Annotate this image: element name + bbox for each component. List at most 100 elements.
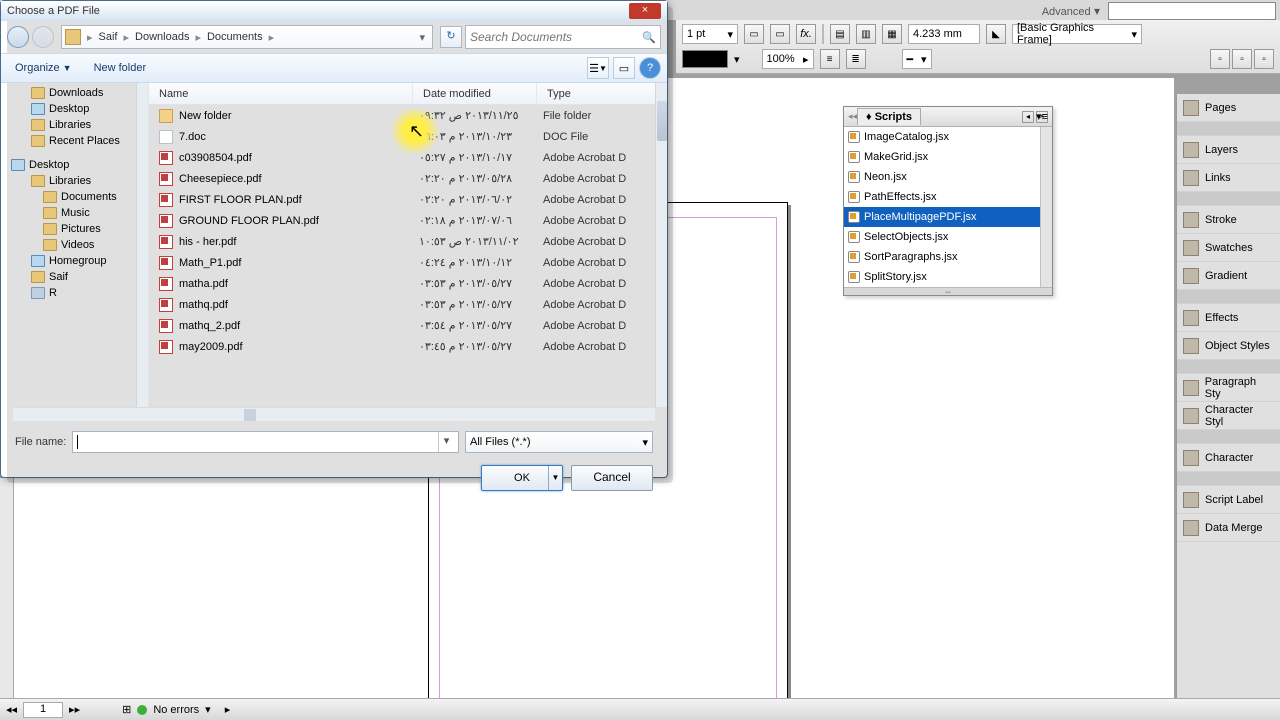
stroke-swatch[interactable] bbox=[682, 50, 728, 68]
file-row[interactable]: mathq_2.pdf٢٠١٣/٠٥/٢٧ م ٠٣:٥٤Adobe Acrob… bbox=[149, 315, 667, 336]
file-row[interactable]: Cheesepiece.pdf٢٠١٣/٠٥/٢٨ م ٠٢:٢٠Adobe A… bbox=[149, 168, 667, 189]
zoom-input[interactable]: 100%▸ bbox=[762, 49, 814, 69]
small-btn-3[interactable]: ▫ bbox=[1254, 49, 1274, 69]
page-number-input[interactable]: 1 bbox=[23, 702, 63, 718]
tree-item[interactable]: Libraries bbox=[1, 173, 148, 189]
horizontal-scrollbar[interactable] bbox=[13, 407, 655, 421]
search-input[interactable] bbox=[470, 30, 642, 44]
file-row[interactable]: 7.doc٢٠١٣/١٠/٢٣ م ٠٦:٠٣DOC File bbox=[149, 126, 667, 147]
breadcrumb[interactable]: ▸ Saif ▸ Downloads ▸ Documents ▸ ▾ bbox=[61, 25, 433, 49]
refresh-button[interactable]: ↻ bbox=[440, 26, 462, 48]
script-item[interactable]: SelectObjects.jsx bbox=[844, 227, 1052, 247]
wrap-jump-icon[interactable]: ▦ bbox=[882, 24, 902, 44]
scripts-scrollbar[interactable] bbox=[1040, 127, 1052, 287]
fx-button[interactable]: fx. bbox=[796, 24, 816, 44]
search-icon[interactable]: 🔍 bbox=[642, 31, 656, 44]
stroke-weight-input[interactable]: 1 pt▾ bbox=[682, 24, 738, 44]
ok-button[interactable]: OK▼ bbox=[481, 465, 563, 491]
opt-btn-b[interactable]: ▭ bbox=[770, 24, 790, 44]
breadcrumb-seg-0[interactable]: Saif bbox=[95, 31, 122, 43]
dock-panel-character[interactable]: Character bbox=[1177, 444, 1280, 472]
dock-panel-links[interactable]: Links bbox=[1177, 164, 1280, 192]
chevron-right-icon[interactable]: ▸ bbox=[193, 31, 203, 44]
tree-item[interactable] bbox=[1, 149, 148, 157]
dock-panel-character-styl[interactable]: Character Styl bbox=[1177, 402, 1280, 430]
dimension-input[interactable]: 4.233 mm bbox=[908, 24, 980, 44]
scripts-tab[interactable]: ♦ Scripts bbox=[857, 108, 921, 125]
tree-item[interactable]: Libraries bbox=[1, 117, 148, 133]
filename-dropdown-icon[interactable]: ▾ bbox=[438, 432, 454, 452]
file-row[interactable]: mathq.pdf٢٠١٣/٠٥/٢٧ م ٠٣:٥٣Adobe Acrobat… bbox=[149, 294, 667, 315]
breadcrumb-seg-1[interactable]: Downloads bbox=[131, 31, 193, 43]
tree-item[interactable]: Desktop bbox=[1, 157, 148, 173]
file-row[interactable]: New folder٢٠١٣/١١/٢٥ ص ٠٩:٣٢File folder bbox=[149, 105, 667, 126]
page-prev-icon[interactable]: ◂◂ bbox=[6, 703, 17, 716]
tree-item[interactable]: Documents bbox=[1, 189, 148, 205]
file-row[interactable]: his - her.pdf٢٠١٣/١١/٠٢ ص ١٠:٥٣Adobe Acr… bbox=[149, 231, 667, 252]
status-dropdown-icon[interactable]: ▾ bbox=[205, 703, 211, 716]
search-box[interactable]: 🔍 bbox=[465, 25, 661, 49]
tree-item[interactable]: Desktop bbox=[1, 101, 148, 117]
dock-panel-script-label[interactable]: Script Label bbox=[1177, 486, 1280, 514]
file-type-filter[interactable]: All Files (*.*)▾ bbox=[465, 431, 653, 453]
dock-panel-layers[interactable]: Layers bbox=[1177, 136, 1280, 164]
dock-panel-pages[interactable]: Pages bbox=[1177, 94, 1280, 122]
align-left-icon[interactable]: ≡ bbox=[820, 49, 840, 69]
status-nav-icon[interactable]: ▸ bbox=[225, 703, 231, 716]
dock-panel-object-styles[interactable]: Object Styles bbox=[1177, 332, 1280, 360]
file-row[interactable]: matha.pdf٢٠١٣/٠٥/٢٧ م ٠٣:٥٣Adobe Acrobat… bbox=[149, 273, 667, 294]
object-style-select[interactable]: [Basic Graphics Frame]▾ bbox=[1012, 24, 1142, 44]
panel-min-icon[interactable]: ◂ bbox=[1022, 111, 1034, 123]
tree-item[interactable]: Recent Places bbox=[1, 133, 148, 149]
dock-panel-data-merge[interactable]: Data Merge bbox=[1177, 514, 1280, 542]
breadcrumb-seg-2[interactable]: Documents bbox=[203, 31, 267, 43]
small-btn-2[interactable]: ▫ bbox=[1232, 49, 1252, 69]
tree-scrollbar[interactable] bbox=[136, 83, 148, 407]
script-item[interactable]: PlaceMultipagePDF.jsx bbox=[844, 207, 1052, 227]
column-type[interactable]: Type bbox=[537, 83, 667, 104]
tree-item[interactable]: Videos bbox=[1, 237, 148, 253]
file-row[interactable]: may2009.pdf٢٠١٣/٠٥/٢٧ م ٠٣:٤٥Adobe Acrob… bbox=[149, 336, 667, 357]
script-item[interactable]: ImageCatalog.jsx bbox=[844, 127, 1052, 147]
list-scrollbar[interactable] bbox=[655, 83, 667, 407]
ok-split-dropdown[interactable]: ▼ bbox=[548, 466, 562, 490]
tree-item[interactable]: Saif bbox=[1, 269, 148, 285]
script-item[interactable]: SplitStory.jsx bbox=[844, 267, 1052, 287]
dock-panel-stroke[interactable]: Stroke bbox=[1177, 206, 1280, 234]
forward-button[interactable] bbox=[32, 26, 54, 48]
page-next-icon[interactable]: ▸▸ bbox=[69, 703, 80, 716]
dock-panel-gradient[interactable]: Gradient bbox=[1177, 262, 1280, 290]
panel-resize-grip[interactable]: ┅ bbox=[844, 287, 1052, 295]
breadcrumb-dropdown-icon[interactable]: ▾ bbox=[415, 31, 429, 44]
cancel-button[interactable]: Cancel bbox=[571, 465, 653, 491]
workspace-switcher[interactable]: Advanced ▾ bbox=[1042, 4, 1100, 18]
help-icon[interactable]: ? bbox=[639, 57, 661, 79]
dock-panel-effects[interactable]: Effects bbox=[1177, 304, 1280, 332]
new-folder-button[interactable]: New folder bbox=[86, 60, 155, 76]
preview-pane-button[interactable]: ▭ bbox=[613, 57, 635, 79]
close-icon[interactable]: × bbox=[629, 3, 661, 19]
chevron-right-icon[interactable]: ▸ bbox=[122, 31, 132, 44]
opt-btn-a[interactable]: ▭ bbox=[744, 24, 764, 44]
script-item[interactable]: Neon.jsx bbox=[844, 167, 1052, 187]
dock-panel-paragraph-sty[interactable]: Paragraph Sty bbox=[1177, 374, 1280, 402]
toolbox[interactable] bbox=[0, 478, 14, 698]
chevron-right-icon[interactable]: ▸ bbox=[85, 31, 95, 44]
file-row[interactable]: GROUND FLOOR PLAN.pdf٢٠١٣/٠٧/٠٦ م ٠٢:١٨A… bbox=[149, 210, 667, 231]
tree-item[interactable]: Music bbox=[1, 205, 148, 221]
align-center-icon[interactable]: ≣ bbox=[846, 49, 866, 69]
script-item[interactable]: SortParagraphs.jsx bbox=[844, 247, 1052, 267]
tree-item[interactable]: Homegroup bbox=[1, 253, 148, 269]
dock-panel-swatches[interactable]: Swatches bbox=[1177, 234, 1280, 262]
preflight-icon[interactable]: ⊞ bbox=[122, 703, 131, 716]
column-date[interactable]: Date modified bbox=[413, 83, 537, 104]
tree-item[interactable]: R bbox=[1, 285, 148, 301]
file-row[interactable]: c03908504.pdf٢٠١٣/١٠/١٧ م ٠٥:٢٧Adobe Acr… bbox=[149, 147, 667, 168]
column-name[interactable]: Name bbox=[149, 83, 413, 104]
tree-item[interactable]: Pictures bbox=[1, 221, 148, 237]
wrap-none-icon[interactable]: ▤ bbox=[830, 24, 850, 44]
wrap-around-icon[interactable]: ▥ bbox=[856, 24, 876, 44]
folder-tree[interactable]: DownloadsDesktopLibrariesRecent PlacesDe… bbox=[1, 83, 149, 407]
file-row[interactable]: FIRST FLOOR PLAN.pdf٢٠١٣/٠٦/٠٢ م ٠٢:٢٠Ad… bbox=[149, 189, 667, 210]
tree-item[interactable]: Downloads bbox=[1, 85, 148, 101]
